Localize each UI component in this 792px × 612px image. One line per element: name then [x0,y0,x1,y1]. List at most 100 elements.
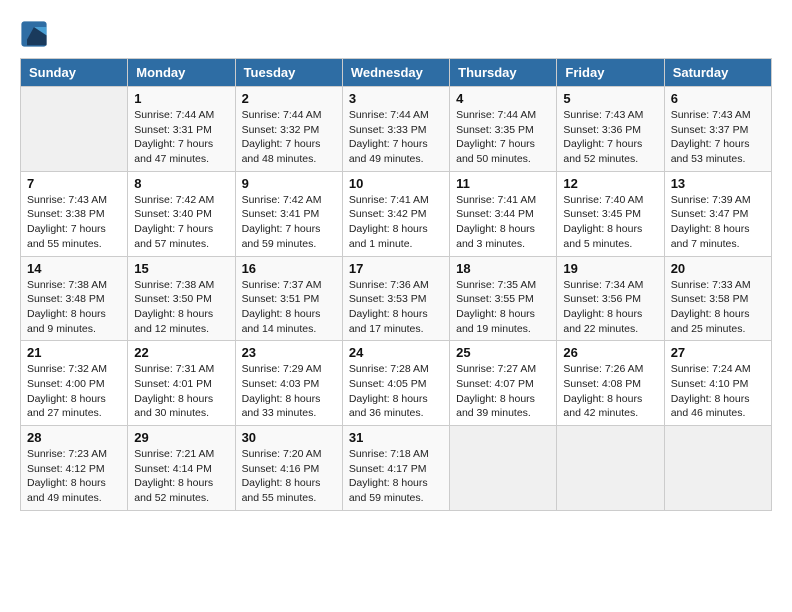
calendar-cell: 9 Sunrise: 7:42 AM Sunset: 3:41 PM Daylig… [235,171,342,256]
day-info: Sunrise: 7:43 AM Sunset: 3:38 PM Dayligh… [27,193,121,252]
calendar-cell: 30 Sunrise: 7:20 AM Sunset: 4:16 PM Dayli… [235,426,342,511]
weekday-header-wednesday: Wednesday [342,59,449,87]
calendar-cell: 12Sunrise: 7:40 AM Sunset: 3:45 PM Dayli… [557,171,664,256]
calendar-cell: 14 Sunrise: 7:38 AM Sunset: 3:48 PM Dayli… [21,256,128,341]
day-number: 15 [134,261,228,276]
day-number: 10 [349,176,443,191]
day-number: 30 [242,430,336,445]
calendar-cell: 16 Sunrise: 7:37 AM Sunset: 3:51 PM Dayli… [235,256,342,341]
day-info: Sunrise: 7:44 AM Sunset: 3:35 PM Dayligh… [456,108,550,167]
logo [20,20,52,48]
calendar-cell: 26Sunrise: 7:26 AM Sunset: 4:08 PM Dayli… [557,341,664,426]
calendar-cell: 27Sunrise: 7:24 AM Sunset: 4:10 PM Dayli… [664,341,771,426]
week-row-3: 14 Sunrise: 7:38 AM Sunset: 3:48 PM Dayli… [21,256,772,341]
day-number: 3 [349,91,443,106]
day-number: 6 [671,91,765,106]
calendar-cell [450,426,557,511]
calendar-cell: 5 Sunrise: 7:43 AM Sunset: 3:36 PM Daylig… [557,87,664,172]
day-info: Sunrise: 7:44 AM Sunset: 3:32 PM Dayligh… [242,108,336,167]
day-number: 8 [134,176,228,191]
day-number: 28 [27,430,121,445]
day-number: 22 [134,345,228,360]
day-info: Sunrise: 7:42 AM Sunset: 3:40 PM Dayligh… [134,193,228,252]
day-info: Sunrise: 7:18 AM Sunset: 4:17 PM Dayligh… [349,447,443,506]
day-info: Sunrise: 7:20 AM Sunset: 4:16 PM Dayligh… [242,447,336,506]
weekday-header-row: SundayMondayTuesdayWednesdayThursdayFrid… [21,59,772,87]
calendar-cell: 15 Sunrise: 7:38 AM Sunset: 3:50 PM Dayli… [128,256,235,341]
calendar-cell: 10 Sunrise: 7:41 AM Sunset: 3:42 PM Dayli… [342,171,449,256]
day-number: 9 [242,176,336,191]
day-number: 5 [563,91,657,106]
weekday-header-monday: Monday [128,59,235,87]
day-info: Sunrise: 7:35 AM Sunset: 3:55 PM Dayligh… [456,278,550,337]
calendar-cell: 31 Sunrise: 7:18 AM Sunset: 4:17 PM Dayli… [342,426,449,511]
weekday-header-thursday: Thursday [450,59,557,87]
weekday-header-friday: Friday [557,59,664,87]
weekday-header-saturday: Saturday [664,59,771,87]
calendar-cell: 13 Sunrise: 7:39 AM Sunset: 3:47 PM Dayli… [664,171,771,256]
day-info: Sunrise: 7:31 AM Sunset: 4:01 PM Dayligh… [134,362,228,421]
day-info: Sunrise: 7:36 AM Sunset: 3:53 PM Dayligh… [349,278,443,337]
day-info: Sunrise: 7:39 AM Sunset: 3:47 PM Dayligh… [671,193,765,252]
calendar-cell: 24 Sunrise: 7:28 AM Sunset: 4:05 PM Dayli… [342,341,449,426]
day-info: Sunrise: 7:43 AM Sunset: 3:37 PM Dayligh… [671,108,765,167]
day-info: Sunrise: 7:23 AM Sunset: 4:12 PM Dayligh… [27,447,121,506]
day-number: 12 [563,176,657,191]
day-number: 25 [456,345,550,360]
day-number: 16 [242,261,336,276]
day-number: 24 [349,345,443,360]
day-number: 17 [349,261,443,276]
calendar-cell: 25 Sunrise: 7:27 AM Sunset: 4:07 PM Dayli… [450,341,557,426]
day-number: 31 [349,430,443,445]
day-info: Sunrise: 7:37 AM Sunset: 3:51 PM Dayligh… [242,278,336,337]
day-info: Sunrise: 7:42 AM Sunset: 3:41 PM Dayligh… [242,193,336,252]
day-info: Sunrise: 7:41 AM Sunset: 3:42 PM Dayligh… [349,193,443,252]
day-number: 7 [27,176,121,191]
day-number: 18 [456,261,550,276]
weekday-header-tuesday: Tuesday [235,59,342,87]
day-info: Sunrise: 7:27 AM Sunset: 4:07 PM Dayligh… [456,362,550,421]
week-row-2: 7 Sunrise: 7:43 AM Sunset: 3:38 PM Daylig… [21,171,772,256]
calendar-cell: 7 Sunrise: 7:43 AM Sunset: 3:38 PM Daylig… [21,171,128,256]
day-info: Sunrise: 7:26 AM Sunset: 4:08 PM Dayligh… [563,362,657,421]
day-info: Sunrise: 7:43 AM Sunset: 3:36 PM Dayligh… [563,108,657,167]
calendar-cell: 29Sunrise: 7:21 AM Sunset: 4:14 PM Dayli… [128,426,235,511]
calendar-cell: 28 Sunrise: 7:23 AM Sunset: 4:12 PM Dayli… [21,426,128,511]
day-number: 20 [671,261,765,276]
day-info: Sunrise: 7:24 AM Sunset: 4:10 PM Dayligh… [671,362,765,421]
calendar-cell [664,426,771,511]
calendar-cell: 2 Sunrise: 7:44 AM Sunset: 3:32 PM Daylig… [235,87,342,172]
calendar-cell: 23 Sunrise: 7:29 AM Sunset: 4:03 PM Dayli… [235,341,342,426]
day-info: Sunrise: 7:33 AM Sunset: 3:58 PM Dayligh… [671,278,765,337]
day-number: 11 [456,176,550,191]
day-number: 2 [242,91,336,106]
day-number: 29 [134,430,228,445]
day-info: Sunrise: 7:44 AM Sunset: 3:33 PM Dayligh… [349,108,443,167]
calendar-cell: 6 Sunrise: 7:43 AM Sunset: 3:37 PM Daylig… [664,87,771,172]
day-info: Sunrise: 7:29 AM Sunset: 4:03 PM Dayligh… [242,362,336,421]
day-info: Sunrise: 7:38 AM Sunset: 3:50 PM Dayligh… [134,278,228,337]
week-row-5: 28 Sunrise: 7:23 AM Sunset: 4:12 PM Dayli… [21,426,772,511]
day-info: Sunrise: 7:41 AM Sunset: 3:44 PM Dayligh… [456,193,550,252]
day-number: 1 [134,91,228,106]
day-number: 23 [242,345,336,360]
week-row-1: 1 Sunrise: 7:44 AM Sunset: 3:31 PM Daylig… [21,87,772,172]
calendar-cell: 3 Sunrise: 7:44 AM Sunset: 3:33 PM Daylig… [342,87,449,172]
day-info: Sunrise: 7:44 AM Sunset: 3:31 PM Dayligh… [134,108,228,167]
calendar-cell: 21 Sunrise: 7:32 AM Sunset: 4:00 PM Dayli… [21,341,128,426]
logo-icon [20,20,48,48]
day-info: Sunrise: 7:38 AM Sunset: 3:48 PM Dayligh… [27,278,121,337]
day-info: Sunrise: 7:28 AM Sunset: 4:05 PM Dayligh… [349,362,443,421]
day-number: 21 [27,345,121,360]
day-info: Sunrise: 7:32 AM Sunset: 4:00 PM Dayligh… [27,362,121,421]
calendar-cell [557,426,664,511]
day-number: 13 [671,176,765,191]
calendar-cell: 22 Sunrise: 7:31 AM Sunset: 4:01 PM Dayli… [128,341,235,426]
calendar-cell [21,87,128,172]
weekday-header-sunday: Sunday [21,59,128,87]
calendar-cell: 20 Sunrise: 7:33 AM Sunset: 3:58 PM Dayli… [664,256,771,341]
calendar-cell: 8 Sunrise: 7:42 AM Sunset: 3:40 PM Daylig… [128,171,235,256]
day-number: 14 [27,261,121,276]
calendar-cell: 19Sunrise: 7:34 AM Sunset: 3:56 PM Dayli… [557,256,664,341]
calendar-cell: 18 Sunrise: 7:35 AM Sunset: 3:55 PM Dayli… [450,256,557,341]
